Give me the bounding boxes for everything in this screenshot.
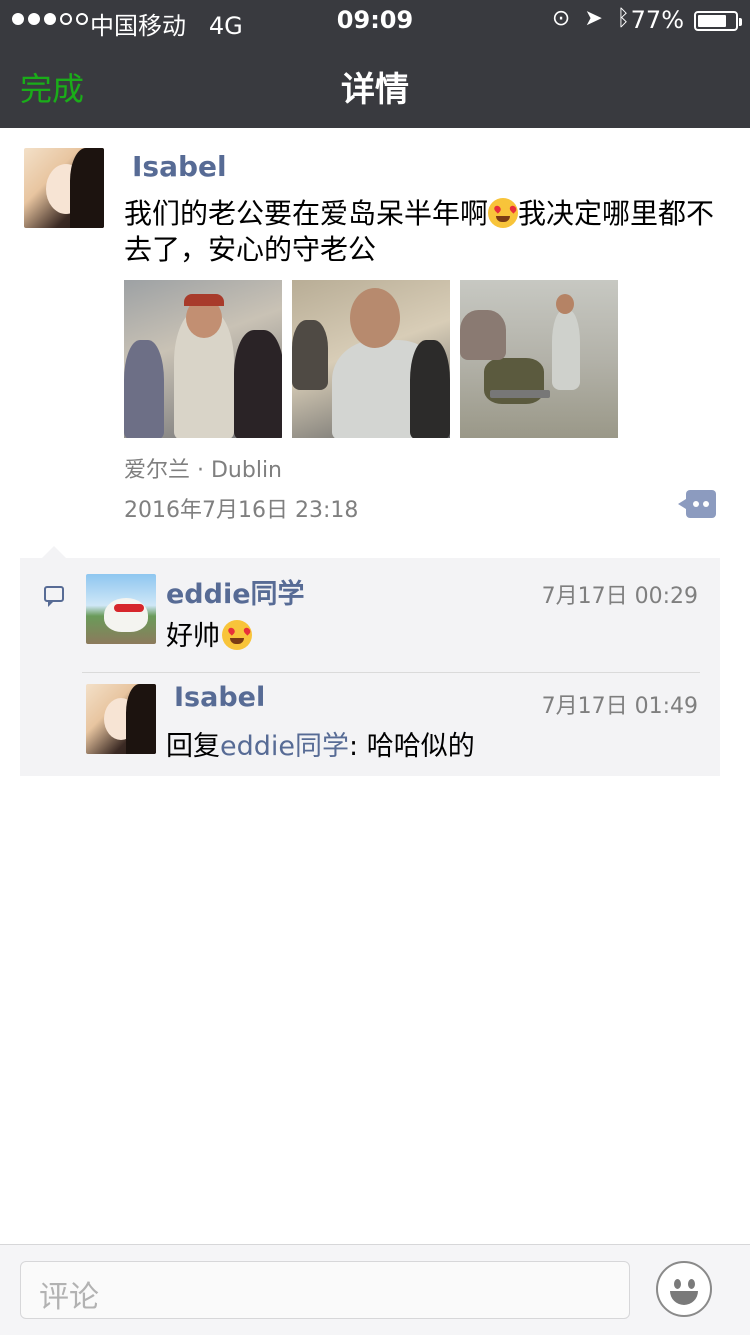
reply-prefix: 回复	[166, 731, 220, 762]
author-avatar[interactable]	[24, 148, 104, 228]
comment-text-content: 好帅	[166, 621, 220, 652]
comments-section: eddie同学 7月17日 00:29 好帅 Isabel 7月17日 01:4…	[20, 546, 720, 776]
heart-eyes-emoji-icon	[488, 198, 519, 228]
bluetooth-icon: ᛒ	[616, 6, 630, 31]
post-text-part1: 我们的老公要在爱岛呆半年啊	[124, 197, 489, 230]
post-photo-2[interactable]	[292, 280, 450, 438]
battery-percent: 77%	[630, 6, 684, 34]
top-bar: 中国移动 4G 09:09 ⊙ ➤ ᛒ 77% 完成 详情	[0, 0, 750, 128]
post-timestamp: 2016年7月16日 23:18	[124, 498, 359, 523]
reply-to-user-link[interactable]: eddie同学	[220, 731, 349, 762]
reply-text-content: : 哈哈似的	[349, 731, 475, 762]
comment-input-bar: 评论	[0, 1244, 750, 1335]
heart-eyes-emoji-icon	[222, 620, 252, 650]
commenter-name[interactable]: eddie同学	[166, 572, 305, 611]
more-actions-button[interactable]	[678, 490, 716, 518]
nav-bar: 完成 详情	[0, 40, 750, 128]
commenter-avatar[interactable]	[86, 574, 156, 644]
post-photo-3[interactable]	[460, 280, 618, 438]
author-name[interactable]: Isabel	[132, 150, 227, 183]
battery-fill	[698, 15, 726, 27]
reply-time: 7月17日 01:49	[541, 694, 698, 719]
comment-text: 好帅	[166, 614, 252, 653]
emoji-button[interactable]	[656, 1261, 712, 1317]
comment-icon	[44, 586, 64, 607]
comment-time: 7月17日 00:29	[541, 584, 698, 609]
status-bar: 中国移动 4G 09:09 ⊙ ➤ ᛒ 77%	[0, 0, 750, 40]
location-arrow-icon: ➤	[584, 6, 603, 31]
post-text: 我们的老公要在爱岛呆半年啊 我决定哪里都不去了，安心的守老公	[124, 196, 736, 268]
status-icons: ⊙ ➤ ᛒ	[552, 6, 630, 31]
reply-author-name[interactable]: Isabel	[174, 682, 265, 713]
reply-text: 回复eddie同学: 哈哈似的	[166, 724, 475, 763]
reply-avatar[interactable]	[86, 684, 156, 754]
battery-icon	[694, 11, 742, 31]
comment-input[interactable]: 评论	[20, 1261, 630, 1319]
post-location[interactable]: 爱尔兰 · Dublin	[124, 452, 282, 484]
page-title: 详情	[341, 70, 409, 110]
comment-divider	[82, 672, 700, 673]
rotation-lock-icon: ⊙	[551, 6, 571, 31]
post-photo-1[interactable]	[124, 280, 282, 438]
